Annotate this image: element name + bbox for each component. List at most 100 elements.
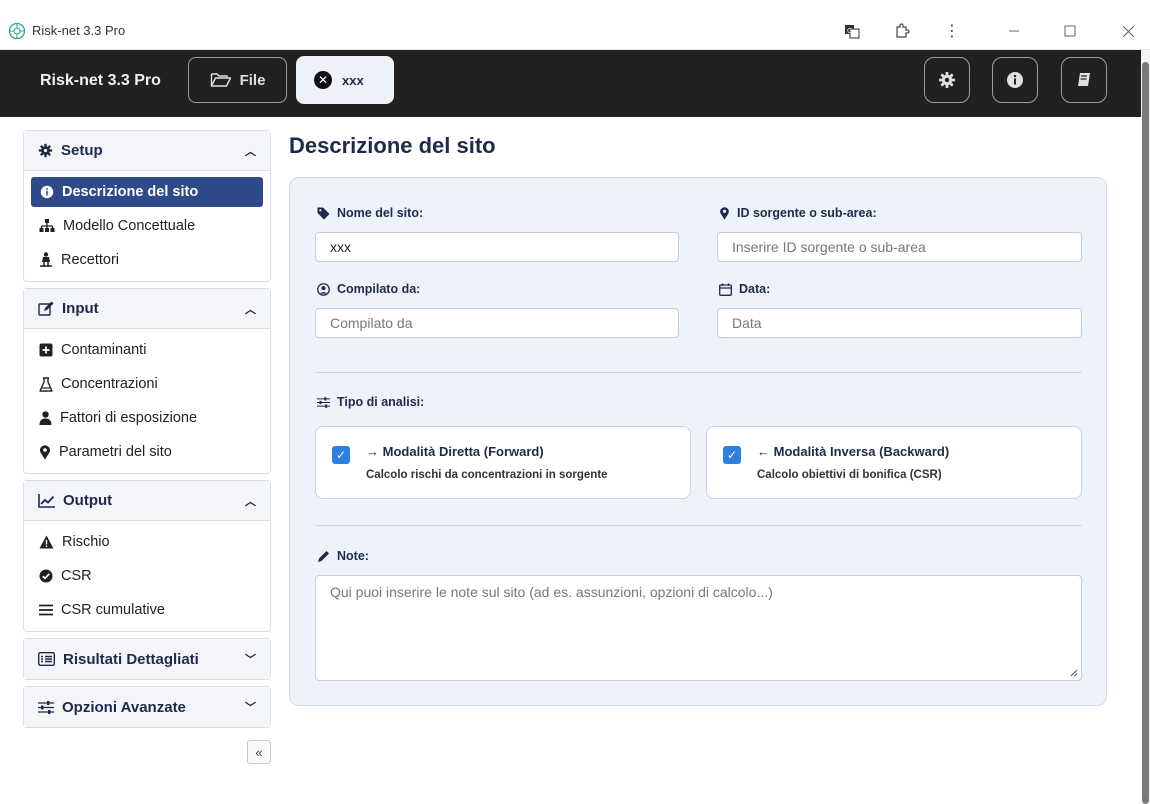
scrollbar-thumb[interactable]	[1142, 62, 1149, 804]
divider	[315, 525, 1082, 526]
manual-button[interactable]	[1061, 57, 1107, 103]
window-title: Risk-net 3.3 Pro	[32, 23, 126, 38]
site-description-card: Nome del sito: xxx ID sorgente o sub-are…	[289, 177, 1107, 706]
gear-icon	[939, 72, 955, 88]
settings-button[interactable]	[924, 57, 970, 103]
translate-icon[interactable]: G	[838, 17, 866, 45]
risultati-panel-header[interactable]: Risultati Dettagliati ﹀	[24, 639, 270, 679]
compilato-label: Compilato da:	[317, 282, 420, 296]
sliders-icon	[38, 700, 54, 714]
data-input[interactable]: Data	[717, 308, 1082, 338]
nome-sito-input[interactable]: xxx	[315, 232, 679, 262]
edit-icon	[38, 301, 54, 316]
project-tab[interactable]: ✕ xxx	[296, 56, 394, 104]
flask-icon	[39, 376, 53, 392]
backward-subtitle: Calcolo obiettivi di bonifica (CSR)	[757, 469, 942, 481]
sitemap-icon	[39, 219, 55, 232]
backward-title: ← Modalità Inversa (Backward)	[757, 444, 949, 459]
app-brand: Risk-net 3.3 Pro	[40, 72, 161, 89]
vertical-scrollbar[interactable]	[1141, 50, 1150, 804]
output-panel-label: Output	[63, 492, 113, 509]
note-textarea[interactable]: Qui puoi inserire le note sul sito (ad e…	[315, 575, 1082, 681]
note-label: Note:	[317, 549, 369, 563]
forward-checkbox[interactable]: ✓	[332, 446, 350, 464]
compilato-input[interactable]: Compilato da	[315, 308, 679, 338]
setup-panel-header[interactable]: Setup ︿	[24, 131, 270, 171]
divider	[315, 372, 1082, 373]
sidebar-item-csr-cumulative[interactable]: CSR cumulative	[24, 593, 270, 627]
backward-checkbox[interactable]: ✓	[723, 446, 741, 464]
info-icon	[1007, 72, 1023, 88]
line-chart-icon	[38, 493, 55, 508]
chevron-up-icon: ︿	[245, 145, 256, 158]
app-logo-icon	[8, 22, 26, 40]
forward-mode-option[interactable]: ✓ → Modalità Diretta (Forward) Calcolo r…	[315, 426, 691, 499]
sidebar-item-modello[interactable]: Modello Concettuale	[24, 209, 270, 243]
more-menu-icon[interactable]: ⋮	[938, 17, 966, 45]
risultati-panel-label: Risultati Dettagliati	[63, 650, 199, 668]
sidebar-item-label: Rischio	[62, 534, 110, 550]
sidebar-item-label: Concentrazioni	[61, 376, 158, 392]
resize-grip-icon[interactable]	[1070, 669, 1078, 677]
sidebar-item-label: CSR cumulative	[61, 602, 165, 618]
sidebar-item-recettori[interactable]: Recettori	[24, 243, 270, 277]
nome-label-text: Nome del sito:	[337, 206, 424, 220]
book-icon	[1078, 73, 1090, 86]
chevron-up-icon: ︿	[245, 495, 256, 508]
sidebar-item-parametri[interactable]: Parametri del sito	[24, 435, 270, 469]
sidebar-item-contaminanti[interactable]: Contaminanti	[24, 333, 270, 367]
note-label-text: Note:	[337, 549, 369, 563]
sidebar-item-descrizione[interactable]: Descrizione del sito	[31, 177, 263, 207]
output-panel-header[interactable]: Output ︿	[24, 481, 270, 521]
cog-icon	[38, 143, 53, 158]
sliders-icon	[317, 396, 330, 408]
tipo-analisi-label: Tipo di analisi:	[317, 395, 424, 409]
chevron-down-icon: ﹀	[245, 654, 256, 666]
file-button[interactable]: File	[188, 57, 287, 103]
input-panel-label: Input	[62, 300, 99, 317]
chevron-up-icon: ︿	[245, 303, 256, 316]
maximize-icon[interactable]	[1056, 17, 1084, 45]
forward-title-text: Modalità Diretta (Forward)	[382, 444, 544, 459]
child-icon	[40, 252, 52, 267]
id-sorgente-label: ID sorgente o sub-area:	[719, 206, 877, 220]
extension-icon[interactable]	[888, 17, 916, 45]
forward-subtitle: Calcolo rischi da concentrazioni in sorg…	[366, 469, 608, 481]
id-sorgente-input[interactable]: Inserire ID sorgente o sub-area	[717, 232, 1082, 262]
forward-title: → Modalità Diretta (Forward)	[366, 444, 544, 459]
input-panel: Input ︿ Contaminanti Concentrazioni Fatt…	[23, 288, 271, 474]
data-label: Data:	[719, 282, 770, 296]
minimize-icon[interactable]	[1000, 17, 1028, 45]
sidebar-item-csr[interactable]: CSR	[24, 559, 270, 593]
collapse-sidebar-button[interactable]: «	[247, 740, 271, 764]
opzioni-panel: Opzioni Avanzate ﹀	[23, 686, 271, 728]
output-panel: Output ︿ Rischio CSR CSR cumulative	[23, 480, 271, 632]
table-list-icon	[38, 652, 55, 666]
sidebar-item-label: Contaminanti	[61, 342, 147, 358]
input-panel-header[interactable]: Input ︿	[24, 289, 270, 329]
sidebar-item-label: CSR	[61, 568, 92, 584]
folder-open-icon	[210, 73, 231, 87]
sidebar-item-label: Descrizione del sito	[62, 184, 199, 200]
sidebar-item-label: Parametri del sito	[59, 444, 172, 460]
arrow-left-icon: ←	[757, 444, 770, 459]
nome-label: Nome del sito:	[317, 206, 423, 220]
check-circle-icon	[39, 569, 53, 583]
sidebar-item-fattori[interactable]: Fattori di esposizione	[24, 401, 270, 435]
close-tab-icon[interactable]: ✕	[314, 71, 332, 89]
calendar-icon	[719, 283, 732, 296]
tag-icon	[317, 207, 330, 219]
compilato-label-text: Compilato da:	[337, 282, 421, 296]
page-title: Descrizione del sito	[289, 133, 496, 158]
opzioni-panel-label: Opzioni Avanzate	[62, 698, 186, 716]
opzioni-panel-header[interactable]: Opzioni Avanzate ﹀	[24, 687, 270, 727]
plus-square-icon	[39, 343, 53, 357]
backward-mode-option[interactable]: ✓ ← Modalità Inversa (Backward) Calcolo …	[706, 426, 1082, 499]
sidebar-item-label: Fattori di esposizione	[60, 410, 198, 426]
info-button[interactable]	[992, 57, 1038, 103]
warning-icon	[39, 535, 54, 549]
sidebar-item-concentrazioni[interactable]: Concentrazioni	[24, 367, 270, 401]
user-icon	[39, 411, 52, 425]
sidebar-item-rischio[interactable]: Rischio	[24, 525, 270, 559]
close-window-icon[interactable]	[1114, 17, 1142, 45]
